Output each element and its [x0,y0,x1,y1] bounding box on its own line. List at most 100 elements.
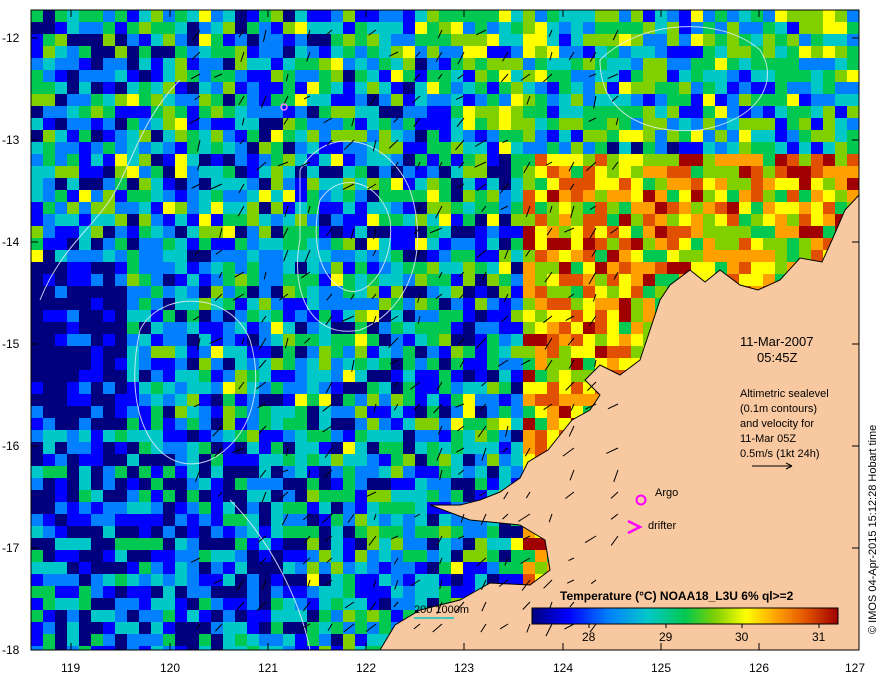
sst-cell [439,514,452,527]
sst-cell [403,322,416,335]
sst-cell [91,466,104,479]
sst-cell [463,286,476,299]
sst-cell [439,226,452,239]
sst-cell [523,142,536,155]
sst-cell [151,490,164,503]
sst-cell [415,70,428,83]
sst-cell [403,130,416,143]
sst-cell [535,46,548,59]
sst-cell [163,214,176,227]
sst-cell [151,214,164,227]
sst-cell [55,46,68,59]
sst-cell [619,190,632,203]
sst-cell [679,46,692,59]
sst-cell [115,478,128,491]
sst-cell [283,634,296,647]
sst-cell [367,262,380,275]
sst-cell [727,214,740,227]
sst-cell [427,526,440,539]
sst-cell [535,562,548,575]
sst-cell [427,406,440,419]
sst-cell [151,346,164,359]
sst-cell [271,226,284,239]
sst-cell [103,406,116,419]
sst-cell [403,562,416,575]
sst-cell [163,634,176,647]
sst-cell [463,490,476,503]
sst-cell [319,298,332,311]
sst-cell [571,190,584,203]
sst-cell [451,178,464,191]
sst-cell [271,634,284,647]
map-date: 11-Mar-2007 [740,334,813,349]
sst-cell [139,250,152,263]
sst-cell [811,238,824,251]
sst-cell [835,34,848,47]
sst-cell [91,358,104,371]
sst-cell [535,250,548,263]
sst-cell [199,358,212,371]
sst-cell [343,478,356,491]
sst-cell [211,394,224,407]
sst-cell [799,130,812,143]
sst-cell [727,46,740,59]
sst-cell [451,214,464,227]
sst-cell [151,322,164,335]
sst-cell [283,394,296,407]
lat-label: -16 [2,439,20,453]
sst-cell [175,526,188,539]
sst-cell [199,130,212,143]
sst-cell [523,298,536,311]
sst-cell [151,46,164,59]
sst-cell [295,550,308,563]
sst-cell [583,214,596,227]
sst-cell [199,22,212,35]
sst-cell [475,106,488,119]
sst-cell [463,82,476,95]
sst-cell [139,394,152,407]
argo-legend-label: Argo [655,487,678,499]
sst-cell [43,154,56,167]
sst-cell [475,562,488,575]
sst-cell [115,502,128,515]
sst-cell [55,322,68,335]
sst-cell [295,490,308,503]
sst-cell [475,418,488,431]
sst-cell [175,274,188,287]
sst-cell [511,322,524,335]
sst-cell [151,478,164,491]
sst-cell [175,202,188,215]
sst-cell [439,430,452,443]
sst-cell [631,94,644,107]
sst-cell [175,430,188,443]
sst-cell [67,286,80,299]
sst-cell [283,322,296,335]
sst-cell [295,58,308,71]
sst-cell [787,142,800,155]
sst-cell [175,106,188,119]
sst-cell [823,106,836,119]
sst-cell [643,274,656,287]
sst-cell [331,526,344,539]
sst-cell [223,226,236,239]
sst-cell [163,490,176,503]
sst-cell [619,46,632,59]
sst-cell [379,166,392,179]
sst-cell [295,514,308,527]
sst-cell [79,214,92,227]
sst-cell [331,310,344,323]
sst-cell [91,550,104,563]
sst-cell [331,226,344,239]
sst-cell [307,610,320,623]
sst-cell [439,358,452,371]
sst-cell [595,238,608,251]
sst-cell [487,310,500,323]
sst-cell [43,226,56,239]
sst-cell [751,118,764,131]
sst-cell [787,106,800,119]
sst-cell [163,550,176,563]
sst-cell [127,274,140,287]
sst-cell [607,142,620,155]
sst-cell [211,406,224,419]
sst-cell [43,634,56,647]
